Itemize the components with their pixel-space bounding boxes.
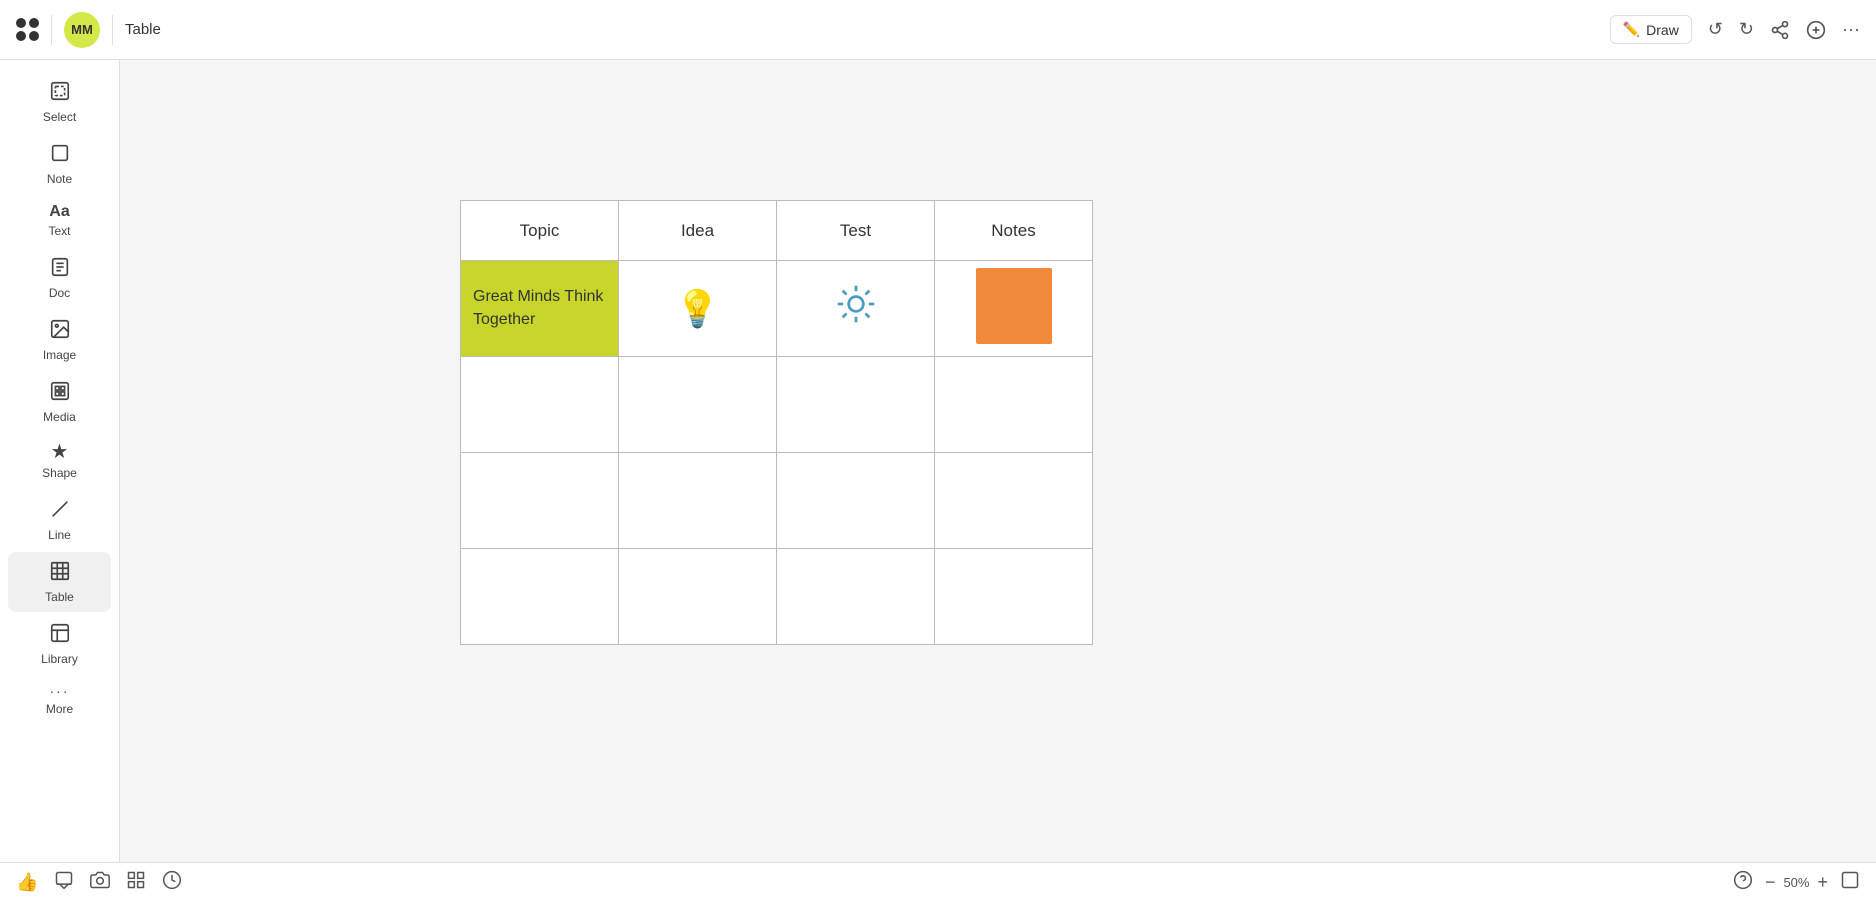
table-row [461,357,1093,453]
sidebar-item-media-label: Media [43,410,76,424]
col-header-test: Test [777,201,935,261]
notes-cell-3[interactable] [935,453,1093,549]
idea-cell-3[interactable] [619,453,777,549]
library-icon [49,622,71,648]
topic-cell-4[interactable] [461,549,619,645]
logo-dot [29,31,39,41]
undo-button[interactable]: ↺ [1708,19,1723,40]
sidebar-item-select-label: Select [43,110,76,124]
logo-dot [29,18,39,28]
help-icon[interactable] [1733,870,1753,895]
text-icon: Aa [49,204,69,220]
sidebar-item-note[interactable]: Note [8,134,111,194]
topic-cell-3[interactable] [461,453,619,549]
sidebar-item-image[interactable]: Image [8,310,111,370]
doc-icon [49,256,71,282]
lightbulb-icon: 💡 [675,288,720,329]
sidebar-item-line-label: Line [48,528,71,542]
orange-sticky-note [976,268,1052,344]
note-icon [49,142,71,168]
table-icon [49,560,71,586]
sidebar-item-table-label: Table [45,590,74,604]
pencil-icon: ✏️ [1623,21,1640,38]
sidebar-item-shape[interactable]: ★ Shape [8,434,111,488]
publish-button[interactable] [1806,20,1826,40]
grid-icon[interactable] [126,870,146,895]
topic-text: Great Minds Think Together [473,286,606,331]
header: MM Table ✏️ Draw ↺ ↻ ··· [0,0,1876,60]
line-icon [49,498,71,524]
thumbs-up-icon[interactable]: 👍 [16,872,38,893]
main-table: Topic Idea Test Notes Great Minds Think … [460,200,1093,645]
sidebar-item-doc[interactable]: Doc [8,248,111,308]
sidebar-item-image-label: Image [43,348,76,362]
sidebar-item-library-label: Library [41,652,78,666]
header-actions: ✏️ Draw ↺ ↻ ··· [1610,15,1860,44]
bottom-bar: 👍 − 50% + [0,862,1876,902]
sidebar-item-library[interactable]: Library [8,614,111,674]
sidebar-item-note-label: Note [47,172,72,186]
redo-button[interactable]: ↻ [1739,19,1754,40]
page-title: Table [125,21,161,38]
draw-label: Draw [1646,22,1679,38]
idea-cell[interactable]: 💡 [619,261,777,357]
sidebar-item-doc-label: Doc [49,286,70,300]
test-cell[interactable] [777,261,935,357]
sidebar-item-line[interactable]: Line [8,490,111,550]
topic-cell[interactable]: Great Minds Think Together [461,261,619,357]
header-divider2 [112,15,113,45]
sidebar-item-shape-label: Shape [42,466,77,480]
image-icon [49,318,71,344]
table-row: Great Minds Think Together 💡 [461,261,1093,357]
sidebar-item-text-label: Text [48,224,70,238]
notes-cell-2[interactable] [935,357,1093,453]
canvas-area[interactable]: Topic Idea Test Notes Great Minds Think … [120,60,1876,862]
bottom-right-actions: − 50% + [1733,870,1860,895]
test-cell-4[interactable] [777,549,935,645]
app-logo [16,18,39,41]
header-divider [51,15,52,45]
logo-dot [16,31,26,41]
sidebar: Select Note Aa Text Doc Image Media ★ Sh… [0,60,120,862]
logo-dot [16,18,26,28]
table-row [461,549,1093,645]
col-header-idea: Idea [619,201,777,261]
sidebar-item-text[interactable]: Aa Text [8,196,111,246]
table-container: Topic Idea Test Notes Great Minds Think … [460,200,1093,645]
idea-cell-2[interactable] [619,357,777,453]
gear-icon [834,293,878,335]
camera-icon[interactable] [90,870,110,895]
notes-cell-1[interactable] [935,261,1093,357]
shape-icon: ★ [51,442,69,462]
col-header-notes: Notes [935,201,1093,261]
fit-screen-icon[interactable] [1840,870,1860,895]
test-cell-3[interactable] [777,453,935,549]
share-button[interactable] [1770,20,1790,40]
comment-icon[interactable] [54,870,74,895]
clock-icon[interactable] [162,870,182,895]
avatar[interactable]: MM [64,12,100,48]
table-row [461,453,1093,549]
draw-button[interactable]: ✏️ Draw [1610,15,1692,44]
sidebar-item-select[interactable]: Select [8,72,111,132]
sidebar-item-more-label: More [46,702,73,716]
sidebar-item-table[interactable]: Table [8,552,111,612]
test-cell-2[interactable] [777,357,935,453]
more-menu-button[interactable]: ··· [1842,19,1860,40]
zoom-in-button[interactable]: + [1817,872,1828,893]
more-icon: ··· [50,684,70,698]
select-icon [49,80,71,106]
bottom-left-actions: 👍 [16,870,182,895]
topic-cell-2[interactable] [461,357,619,453]
sidebar-item-media[interactable]: Media [8,372,111,432]
zoom-level: 50% [1783,875,1809,890]
sidebar-item-more[interactable]: ··· More [8,676,111,724]
idea-cell-4[interactable] [619,549,777,645]
zoom-control: − 50% + [1765,872,1828,893]
col-header-topic: Topic [461,201,619,261]
media-icon [49,380,71,406]
zoom-out-button[interactable]: − [1765,872,1776,893]
notes-cell-4[interactable] [935,549,1093,645]
